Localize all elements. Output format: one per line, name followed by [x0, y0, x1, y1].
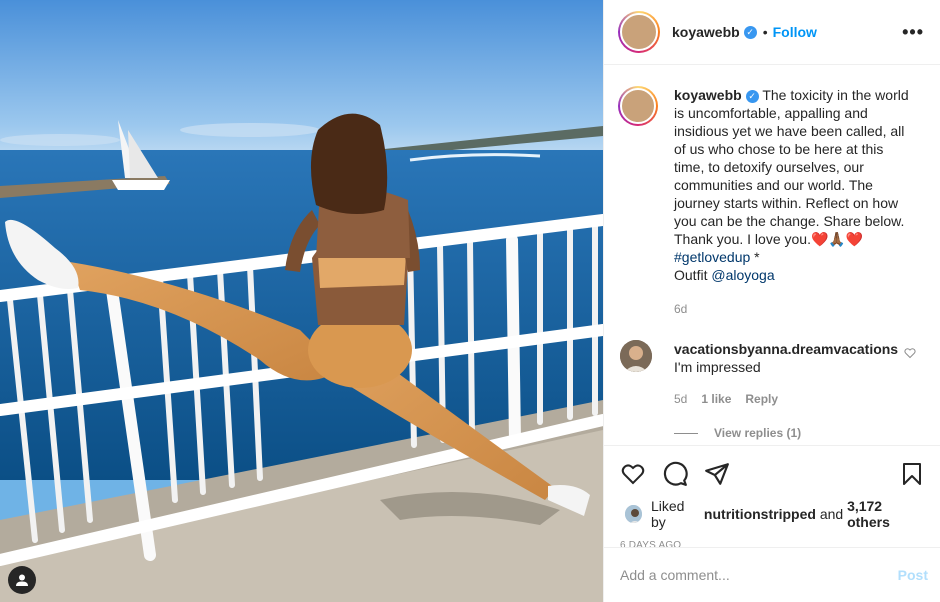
add-comment-input[interactable]	[620, 567, 890, 583]
comment-bubble-icon[interactable]	[662, 461, 688, 487]
comments-list[interactable]: koyawebb ✓ The toxicity in the world is u…	[604, 66, 940, 444]
person-icon	[16, 574, 28, 586]
post-photo[interactable]	[0, 0, 603, 602]
outfit-tag-link[interactable]: @aloyoga	[711, 267, 774, 283]
view-replies-button[interactable]: View replies (1)	[674, 426, 924, 440]
comment-likes[interactable]: 1 like	[701, 390, 731, 408]
add-comment-bar: Post	[604, 547, 940, 602]
photo-illustration	[0, 0, 603, 602]
hashtag-link[interactable]: #getlovedup	[674, 249, 750, 265]
verified-badge-icon: ✓	[745, 90, 759, 103]
caption-body: koyawebb ✓ The toxicity in the world is u…	[674, 86, 916, 318]
comment-age[interactable]: 5d	[674, 390, 687, 408]
view-replies-label: View replies (1)	[714, 426, 802, 440]
comment-text: I'm impressed	[674, 359, 761, 375]
commenter-username[interactable]: vacationsbyanna.dreamvacations	[674, 341, 898, 357]
commenter-avatar[interactable]	[620, 340, 652, 372]
outfit-label: Outfit	[674, 267, 708, 283]
action-icons	[620, 458, 924, 490]
post-actions: Liked by nutritionstripped and 3,172 oth…	[604, 445, 940, 551]
post-comment-button[interactable]: Post	[898, 567, 928, 583]
like-heart-icon[interactable]	[620, 462, 646, 486]
liker-avatar[interactable]	[624, 504, 643, 524]
hashtag-suffix: *	[750, 249, 760, 265]
liked-by-user[interactable]: nutritionstripped	[704, 506, 816, 522]
instagram-post-view: koyawebb ✓ • Follow ••• koyawebb ✓ The to…	[0, 0, 940, 602]
reply-button[interactable]: Reply	[745, 390, 778, 408]
follow-button[interactable]: Follow	[773, 24, 817, 40]
comment-body: vacationsbyanna.dreamvacations I'm impre…	[674, 340, 898, 408]
follow-separator: •	[762, 24, 768, 40]
liked-by-prefix: Liked by	[650, 498, 685, 530]
author-avatar[interactable]	[618, 11, 660, 53]
verified-badge-icon: ✓	[743, 25, 757, 39]
comment-like-heart-icon[interactable]	[904, 346, 916, 364]
comment-item: vacationsbyanna.dreamvacations I'm impre…	[618, 340, 924, 408]
more-options-icon[interactable]: •••	[902, 22, 924, 43]
comment-meta: 5d 1 like Reply	[674, 390, 894, 408]
replies-divider	[674, 432, 698, 434]
caption: koyawebb ✓ The toxicity in the world is u…	[618, 86, 924, 318]
caption-text: The toxicity in the world is uncomfortab…	[674, 87, 909, 247]
caption-age[interactable]: 6d	[674, 300, 916, 318]
likes-count[interactable]: 3,172 others	[847, 498, 924, 530]
caption-emojis: ❤️🙏🏾❤️	[810, 231, 864, 247]
tagged-user-button[interactable]	[8, 566, 36, 594]
post-sidebar: koyawebb ✓ • Follow ••• koyawebb ✓ The to…	[603, 0, 940, 602]
save-bookmark-icon[interactable]	[900, 461, 924, 487]
liked-and: and	[819, 506, 844, 522]
share-paper-plane-icon[interactable]	[704, 461, 730, 487]
author-username[interactable]: koyawebb	[672, 24, 740, 40]
likes-summary: Liked by nutritionstripped and 3,172 oth…	[620, 498, 924, 530]
caption-author-avatar[interactable]	[618, 86, 658, 126]
caption-username[interactable]: koyawebb	[674, 87, 742, 103]
post-header: koyawebb ✓ • Follow •••	[604, 0, 940, 65]
